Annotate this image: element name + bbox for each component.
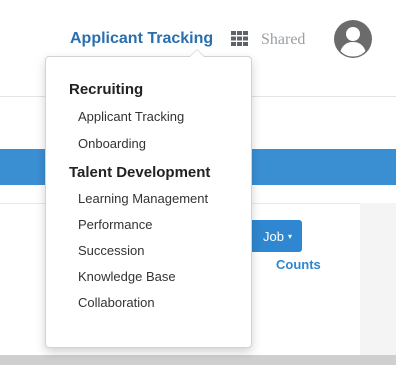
menu-caret-pointer: [189, 49, 205, 57]
section-heading-recruiting: Recruiting: [69, 81, 144, 98]
menu-item-performance[interactable]: Performance: [78, 217, 152, 232]
menu-item-applicant-tracking[interactable]: Applicant Tracking: [78, 109, 184, 124]
bottom-divider: [0, 355, 396, 365]
menu-item-onboarding[interactable]: Onboarding: [78, 136, 146, 151]
menu-item-knowledge-base[interactable]: Knowledge Base: [78, 269, 176, 284]
grid-icon[interactable]: [231, 31, 248, 46]
caret-down-icon: ▾: [287, 231, 292, 241]
app-switcher-title[interactable]: Applicant Tracking: [70, 30, 213, 48]
job-button-label: Job: [263, 228, 284, 244]
menu-item-collaboration[interactable]: Collaboration: [78, 295, 155, 310]
right-gutter: [360, 203, 396, 355]
user-circle-icon[interactable]: [334, 20, 372, 58]
menu-item-succession[interactable]: Succession: [78, 243, 144, 258]
menu-item-learning-management[interactable]: Learning Management: [78, 191, 208, 206]
app-switcher-menu: Recruiting Applicant Tracking Onboarding…: [45, 49, 252, 348]
counts-link[interactable]: Counts: [276, 257, 321, 272]
section-heading-talent-development: Talent Development: [69, 164, 211, 181]
shared-label[interactable]: Shared: [261, 31, 305, 49]
